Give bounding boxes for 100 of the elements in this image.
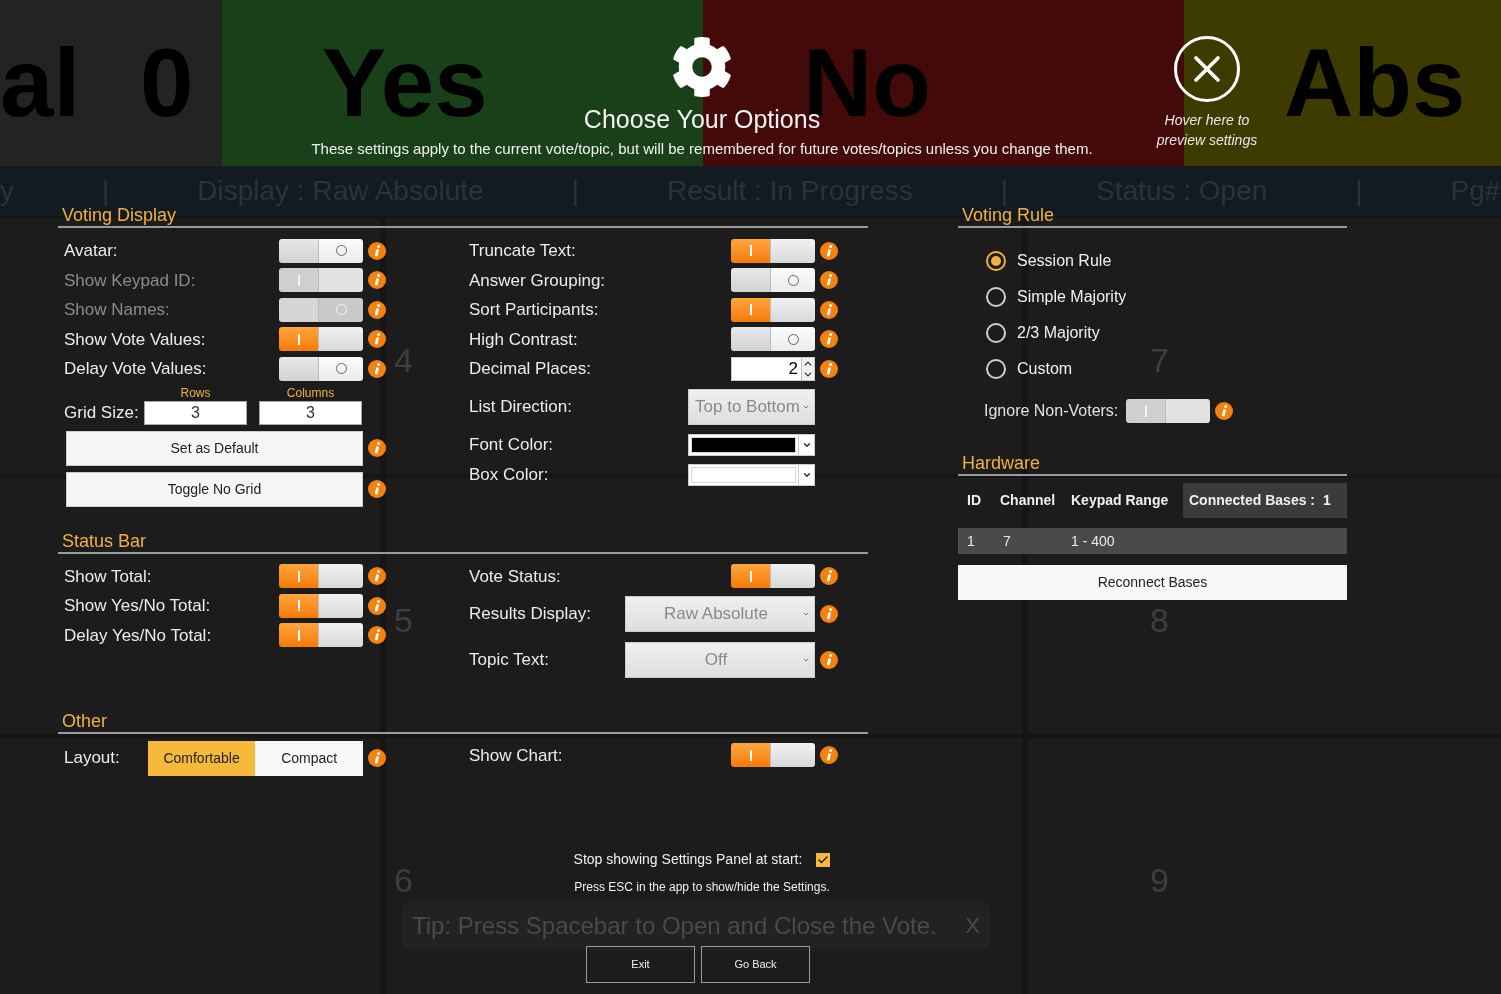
- setting-label: Show Total:: [64, 565, 152, 588]
- setting-label: Decimal Places:: [469, 358, 591, 380]
- setting-label: Avatar:: [64, 240, 118, 262]
- toggle-switch[interactable]: [279, 327, 363, 352]
- setting-label: Topic Text:: [469, 649, 549, 672]
- toggle-switch[interactable]: [279, 356, 363, 381]
- toggle-switch[interactable]: [279, 238, 363, 263]
- info-icon[interactable]: [820, 271, 838, 290]
- close-button[interactable]: [1174, 36, 1240, 102]
- setting-label: High Contrast:: [469, 328, 578, 351]
- status-text: |: [1355, 174, 1363, 208]
- info-icon[interactable]: [368, 241, 386, 260]
- section-title: Voting Display: [62, 206, 177, 224]
- check-icon: [817, 853, 830, 866]
- setting-label: Box Color:: [469, 463, 549, 486]
- section-title: Other: [62, 711, 108, 730]
- setting-label: Layout:: [64, 747, 121, 770]
- setting-label: Show Vote Values:: [64, 328, 206, 351]
- radio-button[interactable]: [986, 323, 1006, 343]
- status-text: |: [1000, 174, 1009, 208]
- setting-label: Show Keypad ID:: [64, 269, 196, 292]
- setting-label: Vote Status:: [469, 565, 561, 588]
- toggle-switch[interactable]: [279, 623, 363, 648]
- section-title: Voting Rule: [962, 206, 1055, 224]
- radio-button[interactable]: [986, 251, 1006, 271]
- status-text: |: [102, 174, 110, 208]
- section-title: Hardware: [962, 454, 1041, 472]
- toggle-switch[interactable]: [731, 238, 815, 263]
- toggle-switch[interactable]: [279, 593, 363, 618]
- setting-label: Show Chart:: [469, 744, 563, 767]
- color-picker[interactable]: [688, 433, 815, 456]
- info-icon[interactable]: [368, 596, 386, 615]
- field-caption: Rows: [180, 384, 211, 401]
- column-header: Channel: [1000, 491, 1057, 510]
- info-icon[interactable]: [820, 300, 838, 319]
- setting-label: Answer Grouping:: [469, 269, 606, 292]
- radio-button[interactable]: [986, 359, 1006, 379]
- table-cell-text: 7: [1002, 531, 1012, 551]
- field-caption: Columns: [286, 384, 335, 401]
- radio-button[interactable]: [986, 287, 1006, 307]
- setting-label: Font Color:: [469, 433, 554, 456]
- toggle-switch[interactable]: [731, 564, 815, 589]
- connected-count: 1: [1323, 491, 1331, 510]
- status-text: |: [571, 174, 579, 208]
- info-icon[interactable]: [368, 480, 386, 498]
- setting-label: Delay Yes/No Total:: [64, 624, 212, 647]
- info-icon[interactable]: [368, 567, 386, 586]
- radio-label[interactable]: 2/3 Majority: [1017, 321, 1100, 345]
- settings-icon: [671, 36, 733, 98]
- action-button[interactable]: Set as Default: [66, 430, 363, 466]
- input-field[interactable]: 3: [144, 400, 247, 425]
- tile-text: Yes: [322, 35, 488, 131]
- info-icon[interactable]: [820, 359, 838, 378]
- setting-label: Truncate Text:: [469, 240, 576, 262]
- section-title: Status Bar: [62, 531, 147, 550]
- reconnect-button[interactable]: Reconnect Bases: [958, 565, 1347, 600]
- number-field[interactable]: 2: [731, 356, 815, 381]
- setting-label: Show Names:: [64, 299, 170, 321]
- footer-button[interactable]: Go Back: [701, 945, 810, 983]
- segment-button[interactable]: Compact: [255, 740, 363, 776]
- setting-label: Show Yes/No Total:: [64, 595, 211, 617]
- input-field[interactable]: 3: [259, 400, 362, 425]
- toggle-switch[interactable]: [279, 564, 363, 589]
- table-cell-text: 1: [966, 531, 976, 551]
- action-button[interactable]: Toggle No Grid: [66, 471, 363, 507]
- radio-label[interactable]: Session Rule: [1017, 249, 1112, 273]
- setting-label: List Direction:: [469, 395, 572, 418]
- column-header: ID: [966, 491, 982, 510]
- radio-label[interactable]: Custom: [1017, 357, 1073, 381]
- stop-showing-label: Stop showing Settings Panel at start:: [573, 850, 803, 869]
- footer-button[interactable]: Exit: [586, 945, 695, 983]
- info-icon[interactable]: [368, 359, 386, 378]
- info-icon[interactable]: [820, 330, 838, 349]
- info-icon[interactable]: [368, 439, 386, 457]
- setting-label: Sort Participants:: [469, 299, 599, 321]
- column-header: Keypad Range: [1071, 491, 1170, 510]
- info-icon[interactable]: [820, 567, 838, 586]
- info-icon[interactable]: [368, 749, 386, 767]
- dialog-subtitle: These settings apply to the current vote/topic, but will be remembered for future votes/topics unless you change them.: [311, 139, 1093, 159]
- segment-button[interactable]: Comfortable: [147, 740, 256, 776]
- setting-label: Results Display:: [469, 603, 591, 626]
- esc-hint: Press ESC in the app to show/hide the Settings.: [574, 878, 830, 896]
- toggle-switch[interactable]: [731, 743, 815, 768]
- toggle-switch[interactable]: [731, 268, 815, 293]
- info-icon[interactable]: [368, 626, 386, 645]
- chevron-icon: [802, 656, 810, 664]
- toggle-switch[interactable]: [731, 327, 815, 352]
- color-picker[interactable]: [688, 463, 815, 486]
- preview-hint: Hover here to preview settings: [1155, 111, 1259, 150]
- info-icon[interactable]: [820, 746, 838, 765]
- info-icon[interactable]: [820, 605, 838, 623]
- info-icon[interactable]: [368, 330, 386, 349]
- info-icon[interactable]: [820, 651, 838, 669]
- radio-label[interactable]: Simple Majority: [1017, 285, 1127, 309]
- chevron-icon: [802, 610, 810, 618]
- setting-label: Delay Vote Values:: [64, 358, 207, 380]
- tile-text: Abs: [1284, 35, 1466, 131]
- toggle-switch[interactable]: [731, 297, 815, 322]
- table-cell-text: 1 - 400: [1071, 531, 1116, 551]
- info-icon[interactable]: [820, 241, 838, 260]
